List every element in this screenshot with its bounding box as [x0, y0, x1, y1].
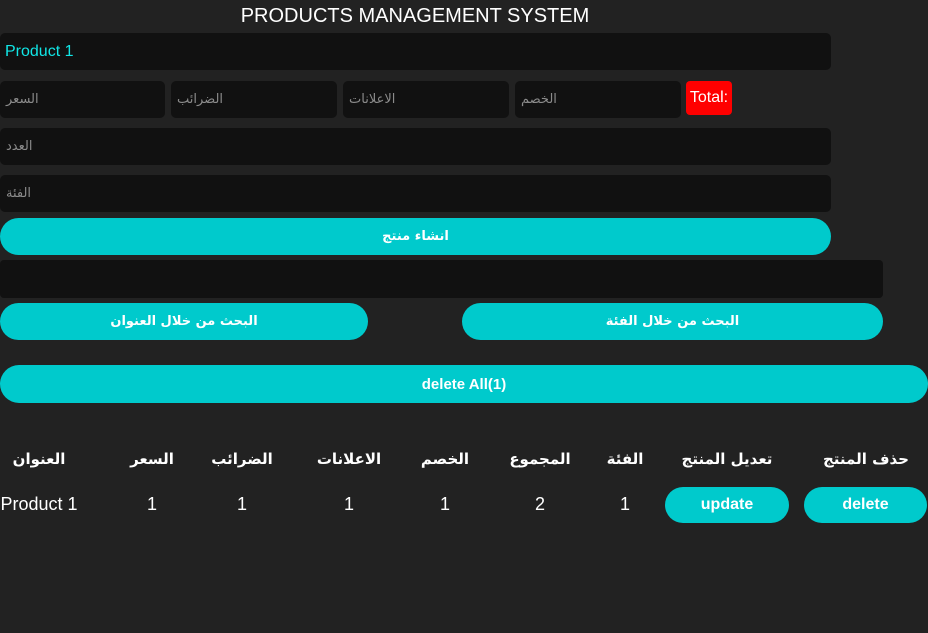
cell-discount: 1 — [439, 494, 450, 514]
delete-all-button[interactable]: delete All(1) — [0, 365, 928, 403]
update-button[interactable]: update — [665, 487, 789, 523]
page-title: PRODUCTS MANAGEMENT SYSTEM — [240, 5, 590, 27]
category-input[interactable]: الفئة — [0, 175, 831, 212]
total-badge: Total: — [686, 81, 732, 115]
cell-title: Product 1 — [0, 494, 78, 514]
search-by-title-button[interactable]: البحث من خلال العنوان — [0, 303, 368, 340]
product-name-input[interactable]: Product 1 — [0, 33, 831, 70]
cell-taxes: 1 — [236, 494, 247, 514]
header-taxes: الضرائب — [211, 450, 273, 468]
search-by-category-button[interactable]: البحث من خلال الفئة — [462, 303, 883, 340]
delete-button[interactable]: delete — [804, 487, 927, 523]
header-price: السعر — [130, 450, 174, 468]
header-title: العنوان — [12, 450, 66, 468]
header-update: تعديل المنتج — [681, 450, 773, 468]
cell-total: 2 — [534, 494, 545, 514]
create-product-button[interactable]: انشاء منتج — [0, 218, 831, 255]
header-total: المجموع — [509, 450, 571, 468]
cell-ads: 1 — [343, 494, 354, 514]
header-discount: الخصم — [420, 450, 470, 468]
price-input[interactable]: السعر — [0, 81, 165, 118]
taxes-input[interactable]: الضرائب — [171, 81, 337, 118]
header-category: الفئة — [606, 450, 644, 468]
header-ads: الاعلانات — [316, 450, 382, 468]
cell-price: 1 — [146, 494, 157, 514]
header-delete: حذف المنتج — [822, 450, 909, 468]
ads-input[interactable]: الاعلانات — [343, 81, 509, 118]
page: PRODUCTS MANAGEMENT SYSTEM Product 1 الس… — [0, 0, 928, 633]
cell-category: 1 — [619, 494, 630, 514]
count-input[interactable]: العدد — [0, 128, 831, 165]
search-input[interactable] — [0, 260, 883, 298]
discount-input[interactable]: الخصم — [515, 81, 681, 118]
